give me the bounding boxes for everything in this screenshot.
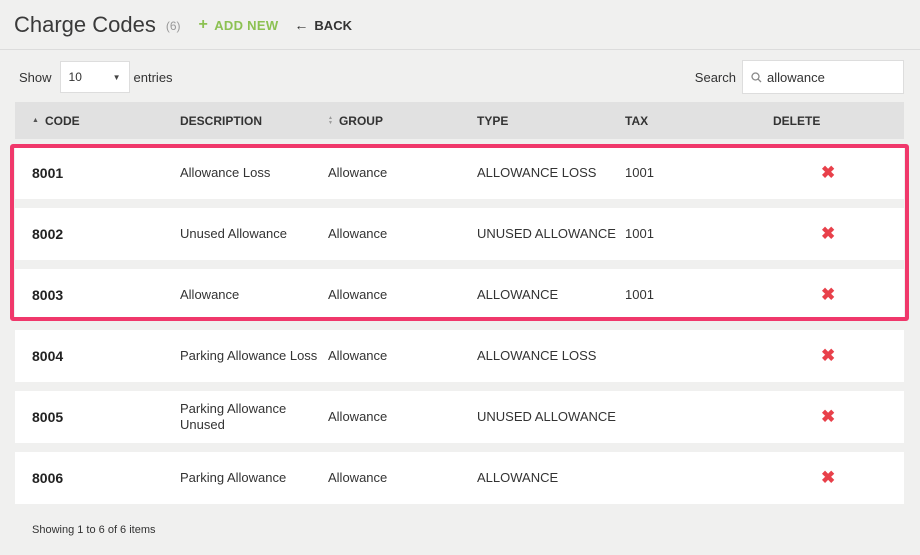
group-cell: Allowance xyxy=(328,348,388,363)
description-cell: Allowance xyxy=(180,287,240,302)
column-header-label: CODE xyxy=(44,113,80,128)
type-cell: ALLOWANCE xyxy=(477,287,559,302)
code-cell: 8003 xyxy=(32,287,64,303)
search-control: Search xyxy=(695,60,904,94)
delete-button[interactable]: ✖ xyxy=(821,391,835,443)
type-cell: ALLOWANCE LOSS xyxy=(477,165,597,180)
search-icon xyxy=(751,71,762,82)
caret-down-icon: ▼ xyxy=(112,72,121,82)
item-count: (6) xyxy=(165,19,181,33)
tax-cell: 1001 xyxy=(625,165,654,180)
sort-ascending-icon: ▲ xyxy=(32,117,39,124)
back-button[interactable]: ← BACK xyxy=(294,17,352,33)
description-cell: Allowance Loss xyxy=(180,165,271,180)
close-icon: ✖ xyxy=(821,346,836,365)
table-row[interactable]: 8005 Parking Allowance Unused Allowance … xyxy=(15,391,904,443)
search-label: Search xyxy=(694,69,736,85)
delete-button[interactable]: ✖ xyxy=(821,208,835,260)
column-header-label: TYPE xyxy=(477,113,509,128)
header-divider xyxy=(0,49,920,50)
arrow-left-icon: ← xyxy=(294,17,309,33)
code-cell: 8001 xyxy=(32,165,64,181)
back-label: BACK xyxy=(314,17,352,33)
delete-button[interactable]: ✖ xyxy=(821,269,835,321)
add-new-button[interactable]: + ADD NEW xyxy=(199,17,279,33)
delete-button[interactable]: ✖ xyxy=(821,147,835,199)
add-new-label: ADD NEW xyxy=(214,17,279,33)
entries-value: 10 xyxy=(68,70,82,84)
group-cell: Allowance xyxy=(328,226,388,241)
group-cell: Allowance xyxy=(328,409,388,424)
table-header: ▲ CODE DESCRIPTION ▲ ▼ GROUP TYPE TAX DEL… xyxy=(15,102,904,139)
code-cell: 8006 xyxy=(32,470,64,486)
entries-control: Show 10 ▼ entries xyxy=(19,60,173,94)
type-cell: ALLOWANCE LOSS xyxy=(477,348,597,363)
table-row[interactable]: 8006 Parking Allowance Allowance ALLOWAN… xyxy=(15,452,904,504)
delete-button[interactable]: ✖ xyxy=(821,330,835,382)
column-header-label: DELETE xyxy=(773,113,821,128)
close-icon: ✖ xyxy=(821,163,836,182)
close-icon: ✖ xyxy=(821,285,836,304)
search-box[interactable] xyxy=(742,60,904,94)
column-header-type[interactable]: TYPE xyxy=(477,102,508,139)
table-row[interactable]: 8002 Unused Allowance Allowance UNUSED A… xyxy=(15,208,904,260)
column-header-tax[interactable]: TAX xyxy=(625,102,648,139)
table-info: Showing 1 to 6 of 6 items xyxy=(32,524,156,536)
column-header-description[interactable]: DESCRIPTION xyxy=(180,102,262,139)
description-cell: Parking Allowance Loss xyxy=(180,348,318,363)
column-header-label: TAX xyxy=(625,113,649,128)
group-cell: Allowance xyxy=(328,470,388,485)
type-cell: ALLOWANCE xyxy=(477,470,559,485)
type-cell: UNUSED ALLOWANCE xyxy=(477,409,616,424)
group-cell: Allowance xyxy=(328,287,388,302)
code-cell: 8005 xyxy=(32,409,64,425)
entries-select[interactable]: 10 ▼ xyxy=(59,61,130,93)
group-cell: Allowance xyxy=(328,165,388,180)
column-header-code[interactable]: ▲ CODE xyxy=(32,102,80,139)
code-cell: 8004 xyxy=(32,348,64,364)
type-cell: UNUSED ALLOWANCE xyxy=(477,226,616,241)
description-cell: Unused Allowance xyxy=(180,226,287,241)
column-header-delete: DELETE xyxy=(773,102,820,139)
entries-label: entries xyxy=(133,69,173,85)
column-header-label: GROUP xyxy=(338,113,383,128)
column-header-group[interactable]: ▲ ▼ GROUP xyxy=(328,102,383,139)
page-header: Charge Codes (6) + ADD NEW ← BACK xyxy=(14,8,352,42)
description-cell: Parking Allowance xyxy=(180,470,287,485)
description-cell: Parking Allowance Unused xyxy=(180,401,287,432)
plus-icon: + xyxy=(198,16,209,33)
search-input[interactable] xyxy=(767,69,897,85)
delete-button[interactable]: ✖ xyxy=(821,452,835,504)
column-header-label: DESCRIPTION xyxy=(180,113,263,128)
code-cell: 8002 xyxy=(32,226,64,242)
table-row[interactable]: 8003 Allowance Allowance ALLOWANCE 1001 … xyxy=(15,269,904,321)
sort-icon: ▲ ▼ xyxy=(328,114,333,126)
close-icon: ✖ xyxy=(821,224,836,243)
tax-cell: 1001 xyxy=(625,226,654,241)
table-row[interactable]: 8001 Allowance Loss Allowance ALLOWANCE … xyxy=(15,147,904,199)
tax-cell: 1001 xyxy=(625,287,654,302)
page-title: Charge Codes xyxy=(14,12,156,37)
show-label: Show xyxy=(19,69,52,85)
close-icon: ✖ xyxy=(821,407,836,426)
close-icon: ✖ xyxy=(821,468,836,487)
table-row[interactable]: 8004 Parking Allowance Loss Allowance AL… xyxy=(15,330,904,382)
